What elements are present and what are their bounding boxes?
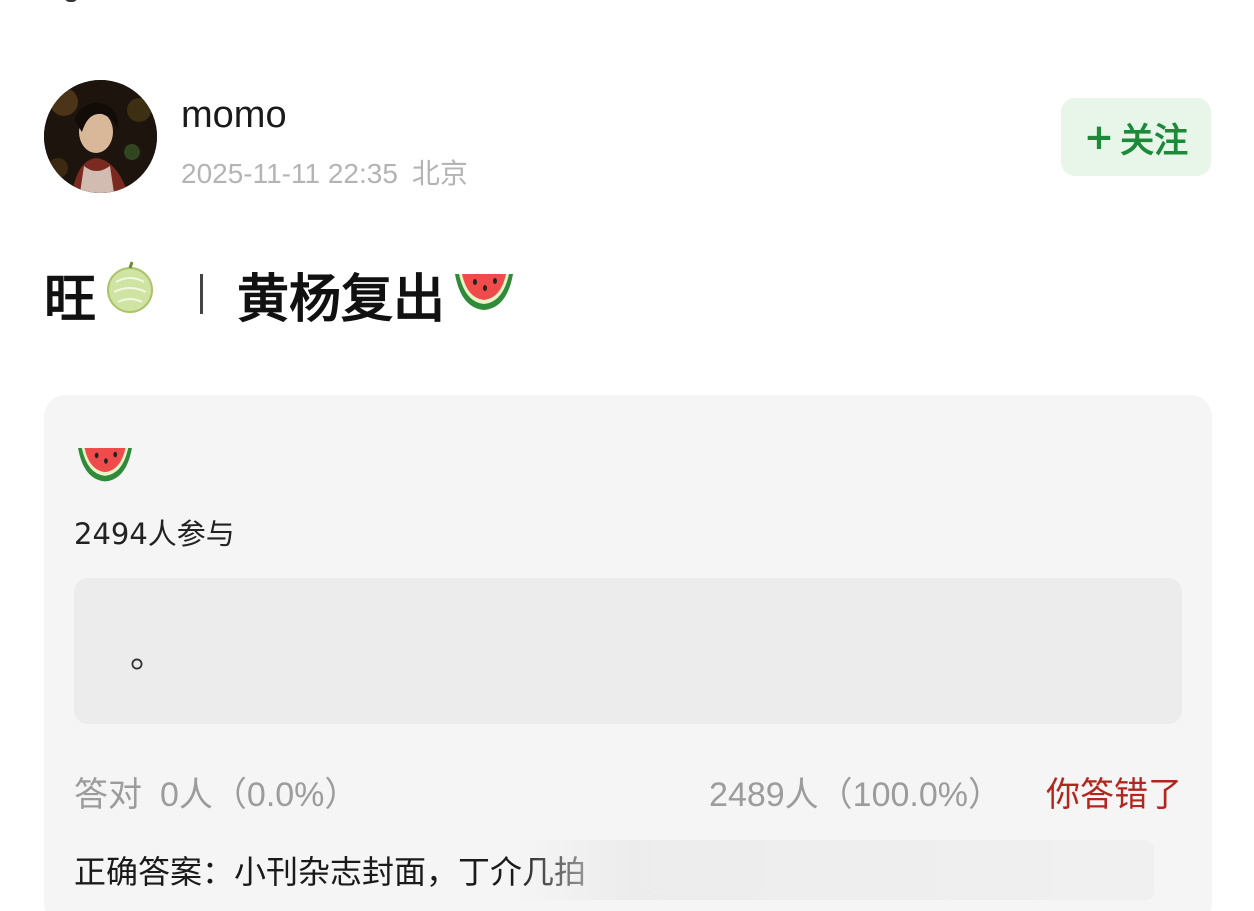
username[interactable]: momo [181,94,287,137]
correct-stat: 答对 0人（0.0%） [74,767,358,816]
title-separator [200,274,204,314]
quiz-card: 2494人参与 。 答对 0人（0.0%） 2489人（100.0%） 你答错了 … [44,395,1212,911]
title-prefix: 旺 [44,269,97,330]
correct-label: 答对 [74,776,142,814]
watermelon-icon [451,260,517,329]
post-header: momo 2025-11-11 22:35 北京 + 关注 [44,80,1212,196]
avatar-image [44,80,157,193]
post-title: 旺 黄杨复出 [44,260,523,330]
blur-mask [514,840,1154,900]
quiz-stats: 答对 0人（0.0%） 2489人（100.0%） 你答错了 [74,767,1182,817]
plus-icon: + [1083,116,1115,158]
participants-count: 2494人参与 [74,517,235,551]
wrong-count: 2489人（100.0%） [709,776,1002,814]
follow-label: 关注 [1120,120,1189,161]
melon-icon [102,260,158,329]
post-location: 北京 [411,158,468,189]
title-main: 黄杨复出 [237,269,446,330]
watermelon-icon [74,435,136,491]
answer-option-text: 。 [130,635,167,676]
answer-option[interactable]: 。 [74,578,1182,724]
follow-button[interactable]: + 关注 [1061,98,1211,176]
correct-count: 0人（0.0%） [160,776,359,814]
post-date: 2025-11-11 22:35 [181,158,398,189]
post-meta: 2025-11-11 22:35 北京 [181,152,468,192]
correct-answer: 正确答案：小刊杂志封面，丁介几拍 [74,853,587,891]
top-fragment [64,0,78,2]
result-verdict: 你答错了 [1046,776,1182,814]
avatar[interactable] [44,80,157,193]
